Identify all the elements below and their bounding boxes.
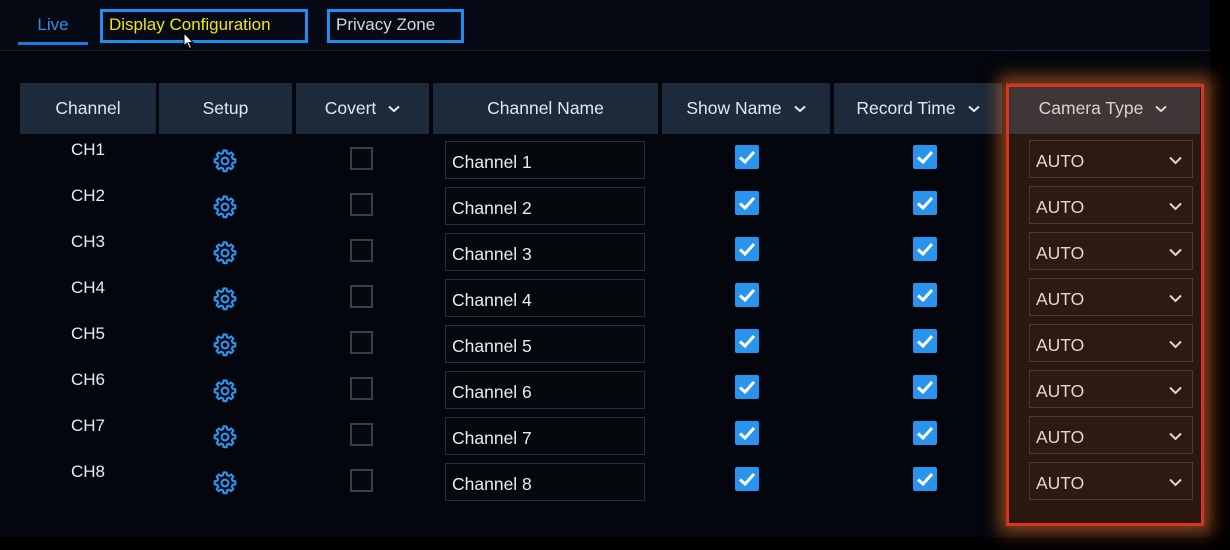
chevron-down-icon [793, 105, 806, 112]
check-icon [738, 242, 756, 257]
chevron-down-icon [388, 105, 400, 112]
channel-name-input[interactable]: Channel 5 [445, 325, 645, 363]
active-tab-underline [18, 42, 88, 45]
channel-name-input[interactable]: Channel 1 [445, 141, 645, 179]
show-name-checkbox[interactable] [735, 283, 759, 307]
show-name-checkbox[interactable] [735, 237, 759, 261]
check-icon [916, 150, 934, 165]
check-icon [916, 334, 934, 349]
gear-icon[interactable] [213, 379, 237, 403]
covert-checkbox[interactable] [350, 331, 373, 354]
covert-checkbox[interactable] [350, 423, 373, 446]
channel-name-input[interactable]: Channel 4 [445, 279, 645, 317]
gear-icon[interactable] [213, 149, 237, 173]
record-time-checkbox[interactable] [913, 283, 937, 307]
check-icon [738, 334, 756, 349]
check-icon [738, 426, 756, 441]
camera-type-highlight-box [1006, 84, 1204, 526]
column-header-covert[interactable]: Covert [296, 83, 429, 134]
channel-label: CH3 [70, 232, 105, 251]
channel-name-input[interactable]: Channel 2 [445, 187, 645, 225]
record-time-checkbox[interactable] [913, 375, 937, 399]
channel-name-input[interactable]: Channel 6 [445, 371, 645, 409]
column-header-covert-label: Covert [324, 98, 377, 118]
check-icon [916, 380, 934, 395]
column-header-show-name[interactable]: Show Name [662, 83, 830, 134]
display-settings-window: Live Display Configuration Privacy Zone … [0, 0, 1216, 537]
channel-name-input[interactable]: Channel 3 [445, 233, 645, 271]
check-icon [916, 472, 934, 487]
channel-label: CH5 [70, 324, 105, 343]
channel-label: CH6 [70, 370, 105, 389]
check-icon [916, 288, 934, 303]
covert-checkbox[interactable] [350, 285, 373, 308]
show-name-checkbox[interactable] [735, 467, 759, 491]
show-name-checkbox[interactable] [735, 375, 759, 399]
check-icon [738, 380, 756, 395]
column-header-channel-name: Channel Name [433, 83, 658, 134]
chevron-down-icon [967, 105, 980, 112]
tab-privacy-zone[interactable]: Privacy Zone [327, 9, 464, 43]
show-name-checkbox[interactable] [735, 145, 759, 169]
covert-checkbox[interactable] [350, 377, 373, 400]
record-time-checkbox[interactable] [913, 329, 937, 353]
show-name-checkbox[interactable] [735, 329, 759, 353]
tab-display-configuration[interactable]: Display Configuration [100, 9, 308, 43]
channel-label: CH1 [70, 140, 105, 159]
check-icon [916, 426, 934, 441]
column-header-channel-label: Channel [55, 98, 121, 118]
check-icon [738, 150, 756, 165]
gear-icon[interactable] [213, 471, 237, 495]
channel-name-input[interactable]: Channel 7 [445, 417, 645, 455]
gear-icon[interactable] [213, 425, 237, 449]
column-header-channel: Channel [20, 83, 156, 134]
record-time-checkbox[interactable] [913, 467, 937, 491]
channel-label: CH8 [70, 462, 105, 481]
column-header-setup-label: Setup [202, 98, 249, 118]
column-header-channel-name-label: Channel Name [487, 98, 604, 118]
covert-checkbox[interactable] [350, 193, 373, 216]
gear-icon[interactable] [213, 333, 237, 357]
tab-privacy-zone-label: Privacy Zone [336, 15, 436, 34]
check-icon [738, 288, 756, 303]
column-header-record-time[interactable]: Record Time [834, 83, 1002, 134]
column-header-record-time-label: Record Time [856, 98, 956, 118]
tab-bar: Live Display Configuration Privacy Zone [0, 0, 1210, 51]
show-name-checkbox[interactable] [735, 191, 759, 215]
gear-icon[interactable] [213, 241, 237, 265]
channel-label: CH2 [70, 186, 105, 205]
show-name-checkbox[interactable] [735, 421, 759, 445]
check-icon [916, 242, 934, 257]
check-icon [916, 196, 934, 211]
tab-live-label: Live [37, 15, 69, 34]
gear-icon[interactable] [213, 195, 237, 219]
record-time-checkbox[interactable] [913, 145, 937, 169]
column-header-setup: Setup [159, 83, 292, 134]
column-header-show-name-label: Show Name [686, 98, 782, 118]
channel-label: CH4 [70, 278, 105, 297]
tab-live[interactable]: Live [18, 9, 88, 45]
covert-checkbox[interactable] [350, 239, 373, 262]
channel-label: CH7 [70, 416, 105, 435]
channel-name-input[interactable]: Channel 8 [445, 463, 645, 501]
mouse-cursor-icon [183, 32, 195, 50]
covert-checkbox[interactable] [350, 469, 373, 492]
record-time-checkbox[interactable] [913, 237, 937, 261]
check-icon [738, 196, 756, 211]
record-time-checkbox[interactable] [913, 421, 937, 445]
record-time-checkbox[interactable] [913, 191, 937, 215]
check-icon [738, 472, 756, 487]
covert-checkbox[interactable] [350, 147, 373, 170]
gear-icon[interactable] [213, 287, 237, 311]
